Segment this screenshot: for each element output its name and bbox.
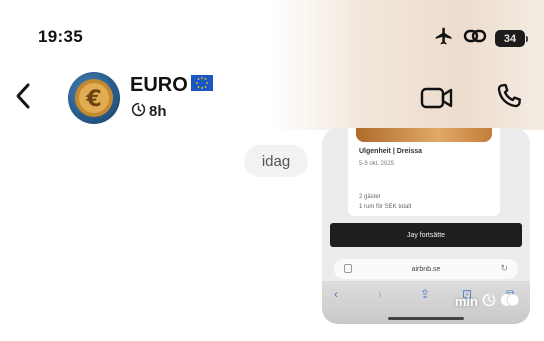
timer-icon xyxy=(131,102,146,121)
lock-icon xyxy=(344,264,352,273)
image-message[interactable]: Ulgenheit | Dreissa 5-9 okt. 2025 2 gäst… xyxy=(322,128,530,324)
video-call-icon xyxy=(420,87,454,116)
contact-name-text: EURO xyxy=(130,74,188,96)
voice-call-button[interactable] xyxy=(494,80,524,112)
preview-url: airbnb.se xyxy=(411,265,441,273)
airplane-icon xyxy=(433,26,455,51)
preview-card-guests: 2 gäster xyxy=(359,194,381,200)
preview-home-indicator xyxy=(388,317,464,320)
contact-name[interactable]: EURO xyxy=(130,74,213,97)
status-icons: 34 xyxy=(433,26,528,51)
back-button[interactable] xyxy=(10,82,36,114)
message-time: min xyxy=(454,294,478,309)
preview-card-price: 1 rum för SEK totalt xyxy=(359,204,412,210)
back-arrow-icon: ‹ xyxy=(334,287,338,301)
preview-continue-button: Jay fortsätte xyxy=(330,223,522,247)
preview-side-left xyxy=(322,128,348,216)
preview-listing-photo xyxy=(356,128,492,142)
preview-url-bar: airbnb.se ↻ xyxy=(334,259,518,279)
status-time: 19:35 xyxy=(38,27,83,46)
read-receipt-icon xyxy=(500,293,520,310)
message-meta: min xyxy=(455,293,520,310)
avatar-symbol: € xyxy=(85,87,101,112)
battery-icon: 34 xyxy=(495,30,528,47)
eu-flag-icon xyxy=(190,75,213,96)
chevron-left-icon xyxy=(14,82,32,115)
video-call-button[interactable] xyxy=(420,84,454,112)
forward-arrow-icon: › xyxy=(378,287,382,301)
euro-coin-icon: € xyxy=(75,79,113,117)
battery-tip xyxy=(526,35,528,42)
disappearing-timer: 8h xyxy=(131,102,167,121)
avatar[interactable]: € xyxy=(68,72,120,124)
reload-icon: ↻ xyxy=(500,263,508,273)
timer-icon xyxy=(482,293,496,310)
phone-icon xyxy=(494,83,524,116)
timer-label: 8h xyxy=(149,103,167,120)
preview-listing-card: Ulgenheit | Dreissa 5-9 okt. 2025 2 gäst… xyxy=(348,128,500,216)
preview-card-date: 5-9 okt. 2025 xyxy=(359,161,395,167)
battery-level: 34 xyxy=(495,30,525,47)
preview-card-title: Ulgenheit | Dreissa xyxy=(359,148,423,155)
share-icon: ⇪ xyxy=(420,287,431,301)
preview-side-right xyxy=(500,128,530,216)
date-separator: idag xyxy=(244,145,308,177)
link-icon xyxy=(463,26,487,51)
